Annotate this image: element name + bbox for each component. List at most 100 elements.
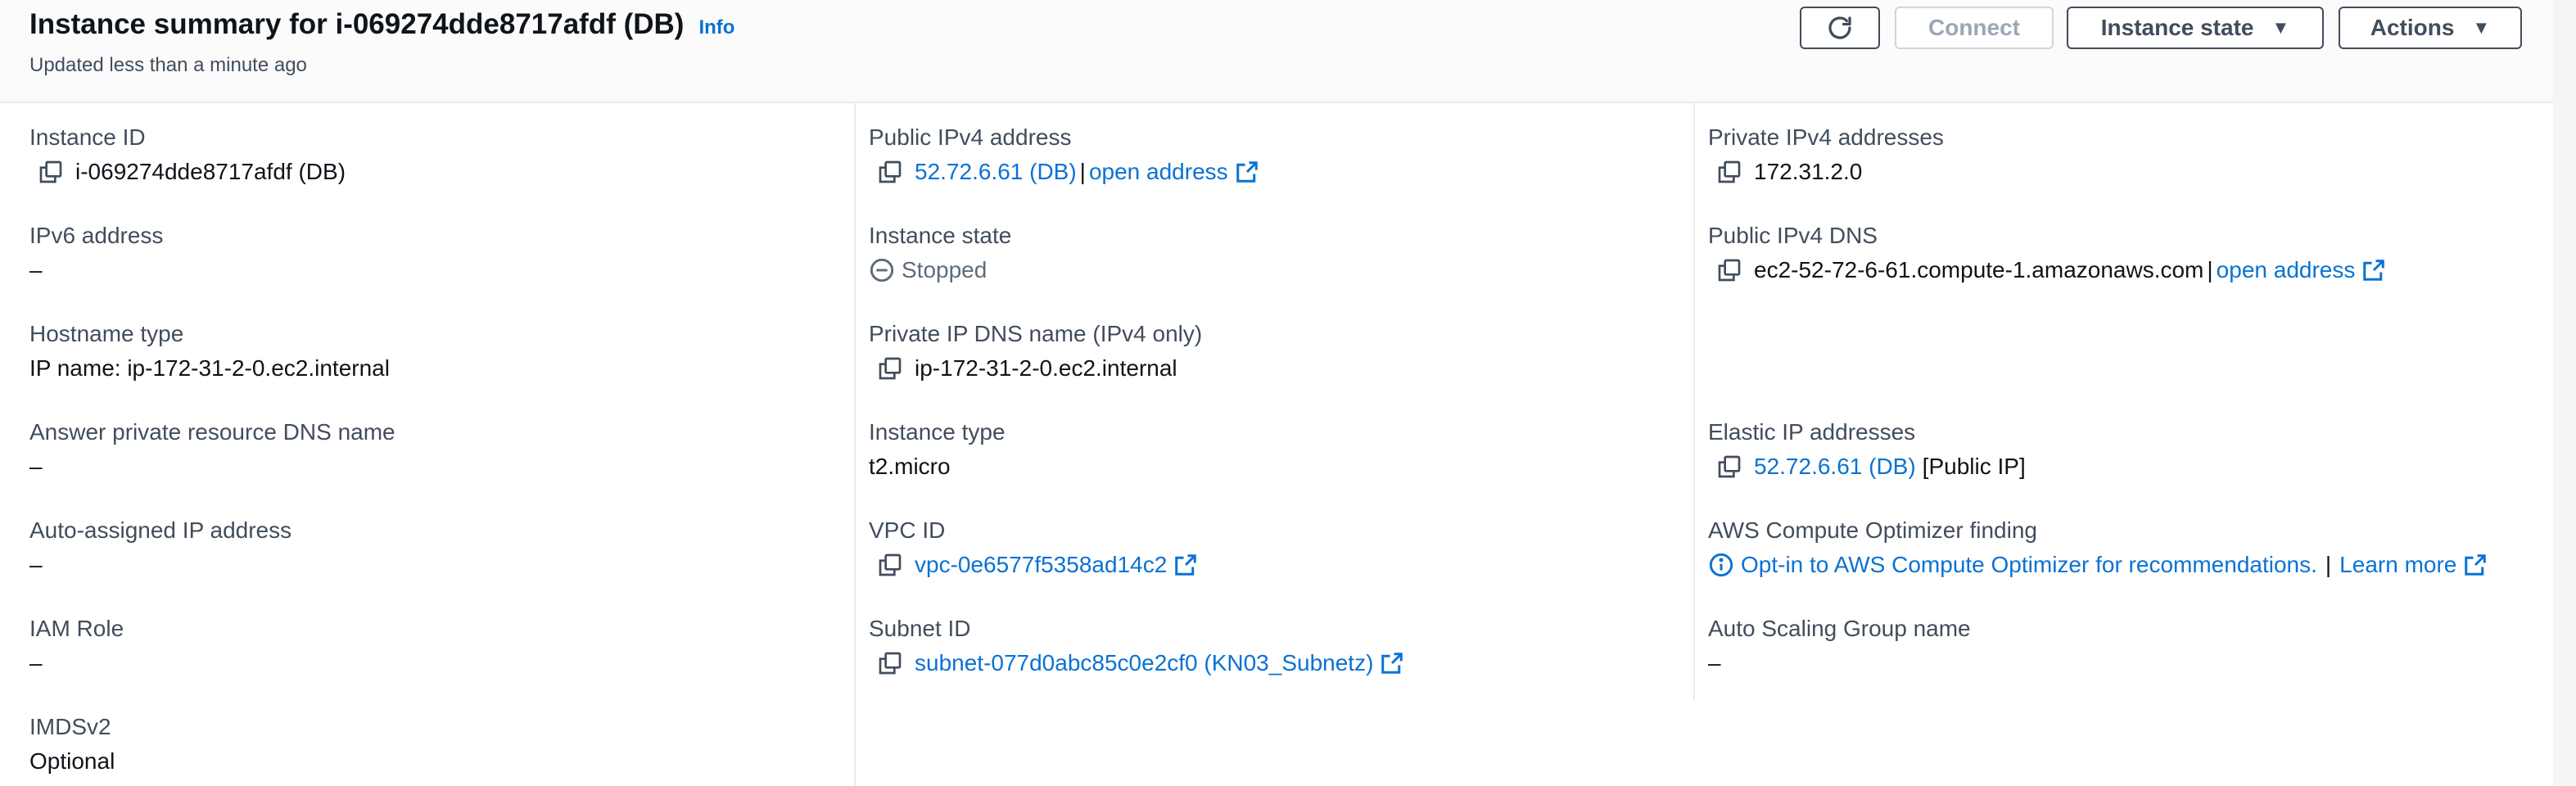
private-ipv4-value: 172.31.2.0 xyxy=(1754,159,1863,184)
field-label: Auto-assigned IP address xyxy=(29,517,292,543)
private-dns-value: ip-172-31-2-0.ec2.internal xyxy=(915,355,1177,381)
field-private-ipv4: Private IPv4 addresses 172.31.2.0 xyxy=(1708,123,1944,187)
public-ipv4-link[interactable]: 52.72.6.61 (DB) xyxy=(915,157,1077,187)
field-value: ip-172-31-2-0.ec2.internal xyxy=(869,354,1202,383)
vpc-id-link[interactable]: vpc-0e6577f5358ad14c2 xyxy=(915,550,1167,580)
instance-state-dropdown[interactable]: Instance state ▼ xyxy=(2067,7,2324,49)
external-link-icon[interactable] xyxy=(1173,553,1198,577)
elastic-ip-link[interactable]: 52.72.6.61 (DB) xyxy=(1754,452,1916,481)
field-answer-dns: Answer private resource DNS name – xyxy=(29,418,395,481)
field-instance-type: Instance type t2.micro xyxy=(869,418,1006,481)
field-instance-id: Instance ID i-069274dde8717afdf (DB) xyxy=(29,123,346,187)
field-label: IMDSv2 xyxy=(29,714,111,739)
hostname-type-value: IP name: ip-172-31-2-0.ec2.internal xyxy=(29,355,390,381)
external-link-icon[interactable] xyxy=(2463,553,2488,577)
caret-down-icon: ▼ xyxy=(2472,17,2491,38)
field-value: 52.72.6.61 (DB) | open address xyxy=(869,157,1259,187)
copy-icon[interactable] xyxy=(1716,159,1742,185)
copy-icon[interactable] xyxy=(877,552,903,578)
connect-button-label: Connect xyxy=(1928,15,2020,40)
info-circle-icon xyxy=(1709,553,1733,577)
field-public-ipv4: Public IPv4 address 52.72.6.61 (DB) | op… xyxy=(869,123,1259,187)
external-link-icon[interactable] xyxy=(1235,160,1259,184)
separator: | xyxy=(2325,552,2332,577)
open-address-link[interactable]: open address xyxy=(1089,157,1228,187)
copy-icon[interactable] xyxy=(877,650,903,676)
field-imdsv2: IMDSv2 Optional xyxy=(29,712,115,776)
external-link-icon[interactable] xyxy=(1380,651,1404,675)
instance-state-value: Stopped xyxy=(902,257,987,282)
field-label: Answer private resource DNS name xyxy=(29,419,395,445)
instance-summary-page: Instance summary for i-069274dde8717afdf… xyxy=(0,0,2576,786)
field-private-dns: Private IP DNS name (IPv4 only) ip-172-3… xyxy=(869,319,1202,383)
field-value: Stopped xyxy=(869,255,1011,285)
separator: | xyxy=(1079,159,1086,184)
field-value: i-069274dde8717afdf (DB) xyxy=(29,157,346,187)
field-public-dns: Public IPv4 DNS ec2-52-72-6-61.compute-1… xyxy=(1708,221,2386,285)
field-label: IAM Role xyxy=(29,616,124,641)
auto-ip-value: – xyxy=(29,552,43,577)
field-label: Public IPv4 address xyxy=(869,124,1072,150)
field-iam-role: IAM Role – xyxy=(29,614,124,678)
field-auto-ip: Auto-assigned IP address – xyxy=(29,516,291,580)
refresh-icon xyxy=(1828,16,1851,39)
copy-icon[interactable] xyxy=(877,159,903,185)
actions-dropdown[interactable]: Actions ▼ xyxy=(2339,7,2522,49)
field-label: Private IP DNS name (IPv4 only) xyxy=(869,321,1203,346)
subnet-id-link[interactable]: subnet-077d0abc85c0e2cf0 (KN03_Subnetz) xyxy=(915,648,1373,678)
copy-icon[interactable] xyxy=(1716,454,1742,480)
stopped-status-icon xyxy=(870,258,894,282)
instance-id-value: i-069274dde8717afdf (DB) xyxy=(75,159,346,184)
field-value: Opt-in to AWS Compute Optimizer for reco… xyxy=(1708,550,2488,580)
field-elastic-ip: Elastic IP addresses 52.72.6.61 (DB) [Pu… xyxy=(1708,418,2026,481)
field-value: subnet-077d0abc85c0e2cf0 (KN03_Subnetz) xyxy=(869,648,1404,678)
field-value: 172.31.2.0 xyxy=(1708,157,1944,187)
open-address-link[interactable]: open address xyxy=(2217,255,2356,285)
external-link-icon[interactable] xyxy=(2361,258,2386,282)
field-vpc-id: VPC ID vpc-0e6577f5358ad14c2 xyxy=(869,516,1198,580)
instance-type-value: t2.micro xyxy=(869,454,951,479)
connect-button[interactable]: Connect xyxy=(1895,7,2054,49)
field-value: ec2-52-72-6-61.compute-1.amazonaws.com |… xyxy=(1708,255,2386,285)
field-label: IPv6 address xyxy=(29,223,164,248)
page-title: Instance summary for i-069274dde8717afdf… xyxy=(29,8,685,40)
optimizer-opt-in-link[interactable]: Opt-in to AWS Compute Optimizer for reco… xyxy=(1741,550,2317,580)
separator: | xyxy=(2207,257,2213,282)
ipv6-value: – xyxy=(29,257,43,282)
copy-icon[interactable] xyxy=(1716,257,1742,283)
caret-down-icon: ▼ xyxy=(2271,17,2290,38)
copy-icon[interactable] xyxy=(877,355,903,382)
field-label: Hostname type xyxy=(29,321,184,346)
field-ipv6: IPv6 address – xyxy=(29,221,163,285)
asg-value: – xyxy=(1708,650,1721,675)
instance-state-dropdown-label: Instance state xyxy=(2100,15,2254,40)
field-label: Private IPv4 addresses xyxy=(1708,124,1944,150)
actions-dropdown-label: Actions xyxy=(2370,15,2455,40)
iam-role-value: – xyxy=(29,650,43,675)
field-label: Instance type xyxy=(869,419,1006,445)
learn-more-link[interactable]: Learn more xyxy=(2339,550,2456,580)
field-label: Instance state xyxy=(869,223,1012,248)
last-updated-text: Updated less than a minute ago xyxy=(29,54,307,76)
field-label: Instance ID xyxy=(29,124,146,150)
field-hostname-type: Hostname type IP name: ip-172-31-2-0.ec2… xyxy=(29,319,390,383)
info-link[interactable]: Info xyxy=(698,16,734,39)
copy-icon[interactable] xyxy=(38,159,64,185)
scrollbar-track[interactable] xyxy=(2553,0,2576,786)
field-instance-state: Instance state Stopped xyxy=(869,221,1011,285)
imdsv2-value: Optional xyxy=(29,748,115,774)
field-label: VPC ID xyxy=(869,517,946,543)
title-row: Instance summary for i-069274dde8717afdf… xyxy=(29,8,734,41)
public-dns-value: ec2-52-72-6-61.compute-1.amazonaws.com xyxy=(1754,257,2204,282)
field-label: Public IPv4 DNS xyxy=(1708,223,1878,248)
field-value: vpc-0e6577f5358ad14c2 xyxy=(869,550,1198,580)
column-divider xyxy=(854,103,856,786)
field-optimizer: AWS Compute Optimizer finding Opt-in to … xyxy=(1708,516,2488,580)
summary-header: Instance summary for i-069274dde8717afdf… xyxy=(0,0,2553,103)
answer-dns-value: – xyxy=(29,454,43,479)
field-value: 52.72.6.61 (DB) [Public IP] xyxy=(1708,452,2026,481)
refresh-button[interactable] xyxy=(1800,7,1880,49)
column-divider xyxy=(1693,103,1695,701)
field-label: Subnet ID xyxy=(869,616,971,641)
field-label: AWS Compute Optimizer finding xyxy=(1708,517,2037,543)
